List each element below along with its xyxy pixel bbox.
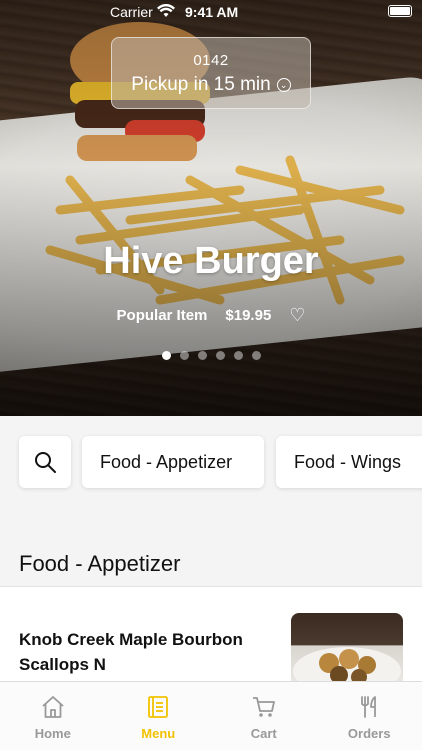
- carousel-dot[interactable]: [161, 351, 171, 360]
- pickup-time-label: Pickup in 15 min: [131, 74, 271, 95]
- carousel-dot[interactable]: [233, 351, 243, 360]
- status-bar: Carrier 9:41 AM: [0, 0, 422, 24]
- menu-book-icon: [148, 696, 169, 718]
- carousel-dot[interactable]: [215, 351, 225, 360]
- clock-time: 9:41 AM: [185, 4, 239, 20]
- battery-icon: [388, 5, 412, 17]
- section-title: Food - Appetizer: [19, 551, 181, 576]
- category-chip-wings[interactable]: Food - Wings: [276, 436, 422, 488]
- tab-label-home: Home: [34, 726, 71, 741]
- search-icon: [35, 452, 56, 473]
- tab-orders[interactable]: Orders: [317, 682, 422, 750]
- cart-icon: [252, 697, 275, 717]
- home-icon: [42, 696, 64, 718]
- wifi-icon: [157, 3, 175, 21]
- carrier-label: Carrier: [110, 4, 153, 20]
- fork-knife-icon: [361, 696, 377, 718]
- tab-cart[interactable]: Cart: [211, 682, 317, 750]
- pickup-selector[interactable]: 0142 Pickup in 15 min ⌄: [111, 37, 311, 109]
- tab-label-cart: Cart: [250, 726, 277, 741]
- category-bar: Food - Appetizer Food - Wings: [0, 416, 422, 516]
- featured-item-meta: Popular Item $19.95 ♡: [0, 306, 422, 324]
- search-button[interactable]: [19, 436, 71, 488]
- menu-item-name: Knob Creek Maple Bourbon Scallops N: [19, 630, 243, 674]
- order-code: 0142: [193, 52, 229, 69]
- chevron-down-icon: ⌄: [276, 78, 291, 92]
- menu-item[interactable]: Knob Creek Maple Bourbon Scallops N: [0, 587, 422, 693]
- carousel-dot[interactable]: [179, 351, 189, 360]
- tab-label-menu: Menu: [141, 726, 176, 741]
- carousel-dot[interactable]: [251, 351, 261, 360]
- carousel-pagination[interactable]: [0, 351, 422, 360]
- popular-tag: Popular Item: [116, 306, 208, 324]
- carousel-dot[interactable]: [197, 351, 207, 360]
- tab-label-orders: Orders: [347, 726, 391, 741]
- tab-bar: Home Menu Cart Orders: [0, 681, 422, 750]
- tab-home[interactable]: Home: [0, 682, 106, 750]
- featured-item-title: Hive Burger: [103, 240, 319, 282]
- favorite-heart-icon[interactable]: ♡: [289, 306, 305, 324]
- tab-menu[interactable]: Menu: [106, 682, 212, 750]
- hero-banner[interactable]: Carrier 9:41 AM 0142 Pickup in 15 min ⌄ …: [0, 0, 422, 416]
- featured-price: $19.95: [225, 306, 272, 324]
- category-chip-appetizer[interactable]: Food - Appetizer: [82, 436, 264, 488]
